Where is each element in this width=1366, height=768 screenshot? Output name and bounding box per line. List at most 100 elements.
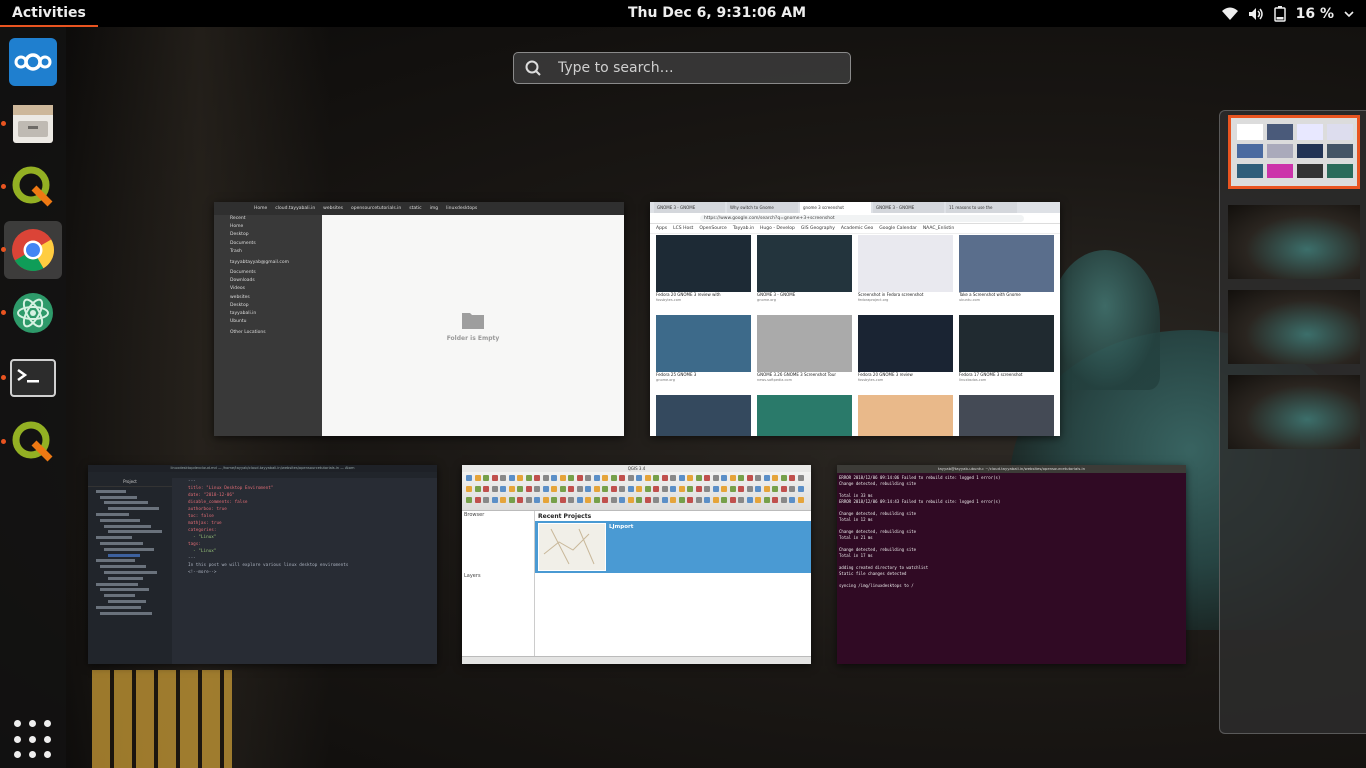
- tree-item[interactable]: [104, 501, 148, 505]
- show-applications-button[interactable]: [14, 720, 54, 760]
- tree-item[interactable]: [104, 547, 154, 551]
- browser-tab[interactable]: 11 reasons to use the: [946, 202, 1017, 213]
- toolbar-icon[interactable]: [610, 497, 617, 503]
- sidebar-item[interactable]: tayyabali.in: [214, 310, 322, 318]
- browser-tab[interactable]: gnome 3 screenshot: [800, 202, 871, 213]
- toolbar-icon[interactable]: [483, 475, 489, 481]
- tree-item[interactable]: [108, 507, 159, 511]
- chrome-launcher[interactable]: [1, 221, 62, 279]
- toolbar-icon[interactable]: [695, 486, 702, 492]
- toolbar-icon[interactable]: [466, 475, 472, 481]
- tree-item[interactable]: [104, 524, 151, 528]
- toolbar-icon[interactable]: [483, 497, 489, 503]
- toolbar-icon[interactable]: [746, 475, 753, 481]
- toolbar-icon[interactable]: [797, 475, 804, 481]
- toolbar-icon[interactable]: [721, 475, 727, 481]
- tree-item[interactable]: [100, 541, 143, 545]
- toolbar-icon[interactable]: [517, 475, 523, 481]
- toolbar-icon[interactable]: [517, 497, 523, 503]
- tree-item[interactable]: [100, 495, 137, 499]
- toolbar-icon[interactable]: [602, 497, 608, 503]
- toolbar-icon[interactable]: [763, 475, 770, 481]
- sidebar-item[interactable]: Recent: [214, 215, 322, 223]
- toolbar-icon[interactable]: [585, 486, 591, 492]
- tree-item[interactable]: [100, 518, 140, 522]
- toolbar-icon[interactable]: [551, 486, 557, 492]
- qgis-launcher[interactable]: [1, 158, 62, 216]
- toolbar-icon[interactable]: [525, 486, 532, 492]
- browser-tab[interactable]: Why switch to Gnome: [727, 202, 798, 213]
- bookmark-item[interactable]: Apps: [656, 226, 667, 231]
- workspace-thumbnail-1[interactable]: [1228, 115, 1360, 189]
- toolbar-icon[interactable]: [525, 497, 532, 503]
- toolbar-icon[interactable]: [763, 497, 770, 503]
- image-result[interactable]: Take a Screenshot with Gnome ubuntu.com: [959, 235, 1054, 310]
- toolbar-icon[interactable]: [559, 475, 566, 481]
- search-input[interactable]: [552, 60, 850, 76]
- toolbar-icon[interactable]: [551, 497, 557, 503]
- toolbar-icon[interactable]: [678, 486, 685, 492]
- tree-item[interactable]: [96, 582, 138, 586]
- toolbar-icon[interactable]: [534, 475, 540, 481]
- toolbar-icon[interactable]: [797, 486, 804, 492]
- toolbar-icon[interactable]: [500, 475, 506, 481]
- tree-item[interactable]: [108, 576, 143, 580]
- toolbar-icon[interactable]: [568, 486, 574, 492]
- workspace-thumbnail-3[interactable]: [1228, 290, 1360, 364]
- tree-item[interactable]: [96, 489, 126, 493]
- tree-item[interactable]: [100, 565, 146, 569]
- image-result[interactable]: GNOME 3.26 GNOME 3 Screenshot Tour news.s…: [757, 315, 852, 390]
- toolbar-icon[interactable]: [474, 497, 481, 503]
- toolbar-icon[interactable]: [474, 475, 481, 481]
- toolbar-icon[interactable]: [712, 486, 719, 492]
- toolbar-icon[interactable]: [542, 497, 549, 503]
- sidebar-item[interactable]: Home: [214, 223, 322, 231]
- toolbar-icon[interactable]: [542, 486, 549, 492]
- toolbar-icon[interactable]: [763, 486, 770, 492]
- toolbar-icon[interactable]: [695, 497, 702, 503]
- search-box[interactable]: [513, 52, 851, 84]
- image-result[interactable]: Screenshot in Fedora screenshot fedorapro…: [858, 235, 953, 310]
- toolbar-icon[interactable]: [619, 486, 625, 492]
- toolbar-icon[interactable]: [508, 486, 515, 492]
- browser-tab[interactable]: GNOME 3 - GNOME: [654, 202, 725, 213]
- toolbar-icon[interactable]: [619, 497, 625, 503]
- toolbar-icon[interactable]: [755, 475, 761, 481]
- toolbar-icon[interactable]: [551, 475, 557, 481]
- clock[interactable]: Thu Dec 6, 9:31:06 AM: [0, 0, 1366, 27]
- toolbar-icon[interactable]: [576, 475, 583, 481]
- sidebar-item[interactable]: Desktop: [214, 231, 322, 239]
- toolbar-icon[interactable]: [593, 497, 600, 503]
- terminal-window[interactable]: tayyab@tayyab-ubuntu: ~/cloud.tayyabali.…: [837, 465, 1186, 664]
- toolbar-icon[interactable]: [780, 497, 787, 503]
- image-result[interactable]: Fedora 20 GNOME 3 review fossbytes.com: [858, 315, 953, 390]
- toolbar-icon[interactable]: [797, 497, 804, 503]
- sidebar-item[interactable]: tayyabtayyab@gmail.com: [214, 256, 322, 269]
- sidebar-item[interactable]: Documents: [214, 269, 322, 277]
- toolbar-icon[interactable]: [661, 497, 668, 503]
- toolbar-icon[interactable]: [636, 486, 642, 492]
- toolbar-icon[interactable]: [746, 497, 753, 503]
- image-result[interactable]: Fedora 20 GNOME 3 review with fossbytes.c…: [656, 235, 751, 310]
- result-thumbnail[interactable]: [757, 395, 852, 436]
- toolbar-icon[interactable]: [644, 497, 651, 503]
- toolbar-icon[interactable]: [678, 497, 685, 503]
- bookmark-item[interactable]: NAAC_Enlistin: [923, 226, 954, 231]
- toolbar-icon[interactable]: [687, 475, 693, 481]
- toolbar-icon[interactable]: [636, 475, 642, 481]
- toolbar-icon[interactable]: [500, 497, 506, 503]
- workspace-thumbnail-2[interactable]: [1228, 205, 1360, 279]
- tree-item[interactable]: [96, 512, 129, 516]
- toolbar-icon[interactable]: [466, 486, 472, 492]
- image-result[interactable]: Fedora 17 GNOME 3 screenshot linuxbsdos.c…: [959, 315, 1054, 390]
- toolbar-icon[interactable]: [704, 497, 710, 503]
- toolbar-icon[interactable]: [568, 497, 574, 503]
- terminal-launcher[interactable]: [1, 349, 62, 407]
- toolbar-icon[interactable]: [738, 475, 744, 481]
- toolbar-icon[interactable]: [636, 497, 642, 503]
- files-window[interactable]: Home cloud.tayyabali.in websites opensource…: [214, 202, 624, 436]
- tree-item[interactable]: [100, 588, 149, 592]
- sidebar-item[interactable]: Documents: [214, 240, 322, 248]
- toolbar-icon[interactable]: [687, 486, 693, 492]
- toolbar-icon[interactable]: [491, 486, 498, 492]
